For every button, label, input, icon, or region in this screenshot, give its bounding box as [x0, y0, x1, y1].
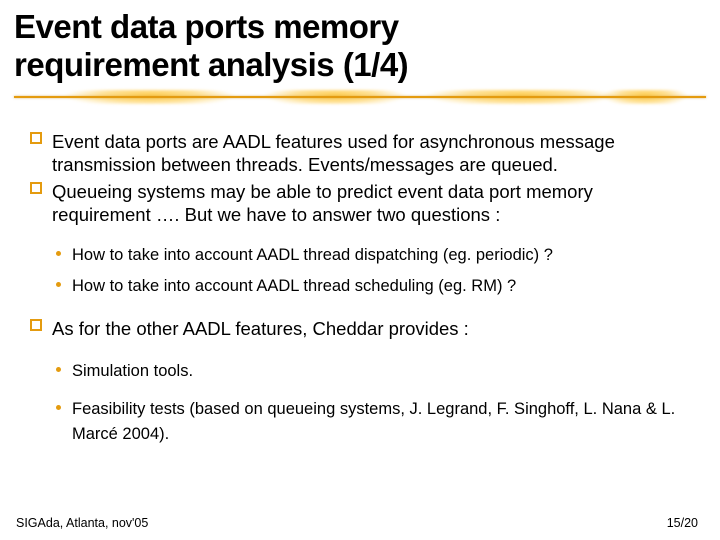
square-bullet-icon — [30, 132, 42, 144]
square-bullet-icon — [30, 182, 42, 194]
sub-bullet-item: How to take into account AADL thread sch… — [56, 271, 690, 302]
dot-bullet-icon — [56, 251, 61, 256]
bullet-item: Event data ports are AADL features used … — [30, 130, 690, 176]
title-line-1: Event data ports memory — [14, 8, 399, 45]
bullet-item: Queueing systems may be able to predict … — [30, 180, 690, 226]
slide-title: Event data ports memory requirement anal… — [0, 0, 720, 84]
sub-bullet-item: How to take into account AADL thread dis… — [56, 240, 690, 271]
bullet-text: Event data ports are AADL features used … — [52, 131, 615, 175]
footer-page-number: 15/20 — [667, 516, 698, 530]
sub-bullet-item: Feasibility tests (based on queueing sys… — [56, 397, 690, 447]
title-underline — [0, 90, 720, 106]
bullet-text: Queueing systems may be able to predict … — [52, 181, 593, 225]
dot-bullet-icon — [56, 405, 61, 410]
sub-bullet-text: Simulation tools. — [72, 362, 193, 380]
footer: SIGAda, Atlanta, nov'05 15/20 — [16, 516, 698, 530]
dot-bullet-icon — [56, 282, 61, 287]
sub-bullet-item: Simulation tools. — [56, 359, 690, 384]
dot-bullet-icon — [56, 367, 61, 372]
content-area: Event data ports are AADL features used … — [0, 106, 720, 467]
bullet-item: As for the other AADL features, Cheddar … — [30, 317, 690, 340]
sub-bullet-text: How to take into account AADL thread sch… — [72, 277, 516, 295]
title-line-2: requirement analysis (1/4) — [14, 46, 408, 83]
footer-left: SIGAda, Atlanta, nov'05 — [16, 516, 148, 530]
sub-list: How to take into account AADL thread dis… — [30, 230, 690, 307]
square-bullet-icon — [30, 319, 42, 331]
sub-bullet-text: Feasibility tests (based on queueing sys… — [72, 400, 675, 443]
slide: Event data ports memory requirement anal… — [0, 0, 720, 540]
sub-list: Simulation tools. Feasibility tests (bas… — [30, 345, 690, 467]
sub-bullet-text: How to take into account AADL thread dis… — [72, 246, 553, 264]
bullet-text: As for the other AADL features, Cheddar … — [52, 318, 469, 339]
